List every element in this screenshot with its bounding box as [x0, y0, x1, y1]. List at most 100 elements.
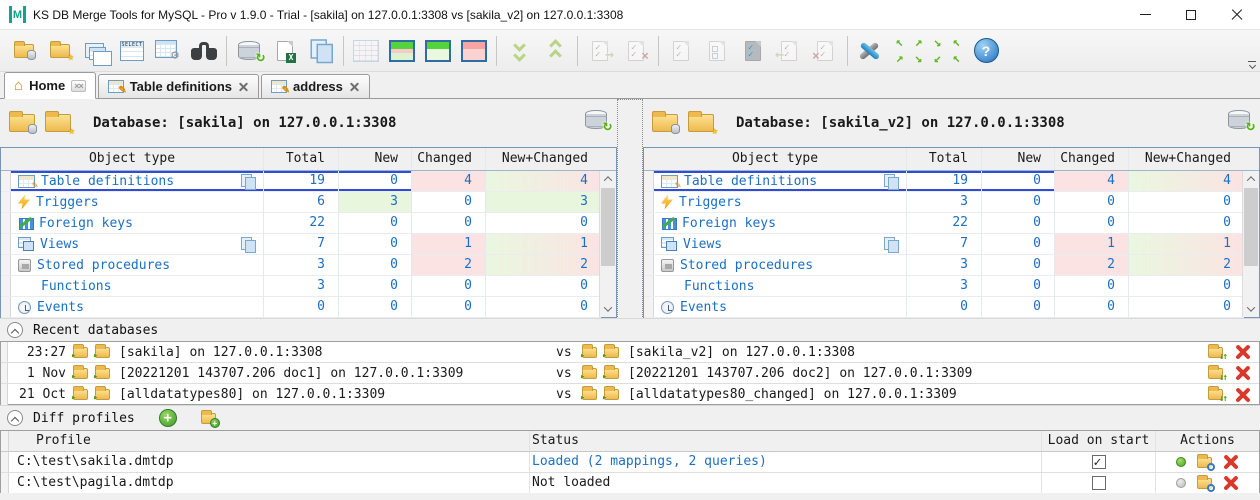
- columns-list-icon[interactable]: [884, 173, 899, 190]
- collapse-recent-icon[interactable]: [7, 322, 23, 338]
- object-type-label[interactable]: Triggers: [679, 195, 742, 210]
- scrollbar-thumb[interactable]: [1244, 188, 1258, 266]
- close-tab-icon[interactable]: [238, 81, 249, 92]
- columns-list-icon[interactable]: [241, 173, 256, 190]
- minimize-button[interactable]: [1122, 0, 1168, 29]
- column-total[interactable]: Total: [263, 148, 338, 170]
- object-type-label[interactable]: Functions: [684, 279, 754, 294]
- object-type-label[interactable]: Stored procedures: [680, 258, 813, 273]
- remove-profile-icon[interactable]: [1223, 454, 1239, 470]
- copy-button[interactable]: [303, 33, 339, 69]
- scroll-up-button[interactable]: [1243, 171, 1259, 187]
- apply-checked-left-button[interactable]: ✓ ✓ ←: [771, 33, 807, 69]
- next-difference-button[interactable]: [501, 33, 537, 69]
- object-type-row[interactable]: Stored procedures 3 0 2 2: [1, 255, 601, 276]
- open-left-database-icon[interactable]: ▸: [71, 343, 88, 360]
- column-changed[interactable]: Changed: [411, 148, 485, 170]
- object-type-label[interactable]: Stored procedures: [37, 258, 170, 273]
- open-right-database-icon[interactable]: ▸: [580, 343, 597, 360]
- remove-recent-icon[interactable]: [1235, 344, 1251, 360]
- object-type-row[interactable]: Triggers 3 0 0 0: [644, 192, 1244, 213]
- object-type-label[interactable]: Views: [683, 237, 722, 252]
- column-changed[interactable]: Changed: [1054, 148, 1128, 170]
- close-all-tabs-icon[interactable]: ××: [71, 79, 86, 92]
- object-type-label[interactable]: Events: [680, 300, 727, 315]
- remove-recent-icon[interactable]: [1235, 365, 1251, 381]
- object-type-label[interactable]: Foreign keys: [39, 216, 133, 231]
- help-button[interactable]: ?: [968, 33, 1004, 69]
- add-profile-button[interactable]: +: [158, 409, 177, 427]
- open-left-folder-icon[interactable]: ▸: [93, 364, 110, 381]
- object-type-row[interactable]: Foreign keys 22 0 0 0: [1, 213, 601, 234]
- object-type-label[interactable]: Triggers: [36, 195, 99, 210]
- tools-button[interactable]: [852, 33, 888, 69]
- panel-splitter[interactable]: [617, 99, 643, 319]
- object-type-row[interactable]: Events 0 0 0 0: [644, 297, 1244, 318]
- table-settings-button[interactable]: ⚙: [150, 33, 186, 69]
- column-total[interactable]: Total: [906, 148, 981, 170]
- open-right-folder-icon[interactable]: ▸: [602, 343, 619, 360]
- profile-row[interactable]: C:\test\pagila.dmtdp Not loaded: [1, 473, 1259, 494]
- object-type-label[interactable]: Table definitions: [41, 174, 174, 189]
- browse-profile-icon[interactable]: [1197, 474, 1215, 492]
- close-tab-icon[interactable]: [349, 81, 360, 92]
- tab-home[interactable]: ⌂ Home ××: [4, 72, 96, 99]
- open-right-folder-icon[interactable]: ▸: [602, 364, 619, 381]
- object-type-row[interactable]: Views 7 0 1 1: [1, 234, 601, 255]
- load-on-start-checkbox[interactable]: [1091, 476, 1106, 490]
- object-type-row[interactable]: Functions 3 0 0 0: [644, 276, 1244, 297]
- object-type-label[interactable]: Functions: [41, 279, 111, 294]
- column-object-type[interactable]: Object type: [1, 148, 263, 170]
- scrollbar-thumb[interactable]: [601, 188, 615, 266]
- object-type-label[interactable]: Table definitions: [684, 174, 817, 189]
- columns-list-icon[interactable]: [241, 236, 256, 253]
- toolbar-overflow-button[interactable]: [1247, 61, 1257, 70]
- show-new-changed-filter-button[interactable]: [420, 33, 456, 69]
- collapse-profiles-icon[interactable]: [7, 410, 23, 426]
- export-excel-button[interactable]: X: [267, 33, 303, 69]
- close-button[interactable]: [1214, 0, 1260, 29]
- open-left-folder-icon[interactable]: ▸: [93, 386, 110, 403]
- show-unchanged-filter-button[interactable]: [348, 33, 384, 69]
- columns-list-icon[interactable]: [884, 236, 899, 253]
- column-status[interactable]: Status: [529, 431, 1041, 451]
- object-type-row[interactable]: Stored procedures 3 0 2 2: [644, 255, 1244, 276]
- refresh-databases-button[interactable]: [231, 33, 267, 69]
- object-type-row[interactable]: Views 7 0 1 1: [644, 234, 1244, 255]
- reopen-comparison-icon[interactable]: ↓↑: [1208, 343, 1228, 361]
- open-right-database-icon[interactable]: ▸: [580, 364, 597, 381]
- load-on-start-checkbox[interactable]: [1091, 453, 1106, 473]
- object-type-label[interactable]: Views: [40, 237, 79, 252]
- remove-recent-icon[interactable]: [1235, 387, 1251, 403]
- search-button[interactable]: [186, 33, 222, 69]
- apply-checked-right-button[interactable]: ✓ ✓ →: [582, 33, 618, 69]
- open-right-database-icon[interactable]: ▸: [580, 386, 597, 403]
- column-load-on-start[interactable]: Load on start: [1041, 431, 1155, 451]
- object-type-label[interactable]: Foreign keys: [682, 216, 776, 231]
- column-profile[interactable]: Profile: [9, 431, 529, 451]
- object-type-row[interactable]: Triggers 6 3 0 3: [1, 192, 601, 213]
- profile-row[interactable]: C:\test\sakila.dmtdp Loaded (2 mappings,…: [1, 452, 1259, 473]
- select-queries-button[interactable]: SELECT: [114, 33, 150, 69]
- refresh-database-icon[interactable]: [585, 110, 612, 134]
- reopen-comparison-icon[interactable]: ↓↑: [1208, 364, 1228, 382]
- object-type-label[interactable]: Events: [37, 300, 84, 315]
- folder-star-icon[interactable]: ★: [45, 111, 75, 136]
- object-type-row[interactable]: Functions 3 0 0 0: [1, 276, 601, 297]
- column-new-changed[interactable]: New+Changed: [485, 148, 601, 170]
- scroll-down-button[interactable]: [1243, 301, 1259, 317]
- scroll-down-button[interactable]: [600, 301, 616, 317]
- browse-profile-icon[interactable]: [1197, 453, 1215, 471]
- reopen-comparison-icon[interactable]: ↓↑: [1208, 386, 1228, 404]
- uncheck-all-button[interactable]: [699, 33, 735, 69]
- column-new[interactable]: New: [981, 148, 1054, 170]
- open-left-database-icon[interactable]: ▸: [71, 386, 88, 403]
- show-new-filter-button[interactable]: [384, 33, 420, 69]
- new-comparison-folder-button[interactable]: ★: [42, 33, 78, 69]
- open-database-folder-icon[interactable]: [652, 111, 680, 134]
- open-profile-folder-icon[interactable]: +: [200, 409, 220, 428]
- remove-profile-icon[interactable]: [1223, 475, 1239, 491]
- left-scrollbar[interactable]: [599, 171, 616, 317]
- scroll-up-button[interactable]: [600, 171, 616, 187]
- table-definitions-button[interactable]: [78, 33, 114, 69]
